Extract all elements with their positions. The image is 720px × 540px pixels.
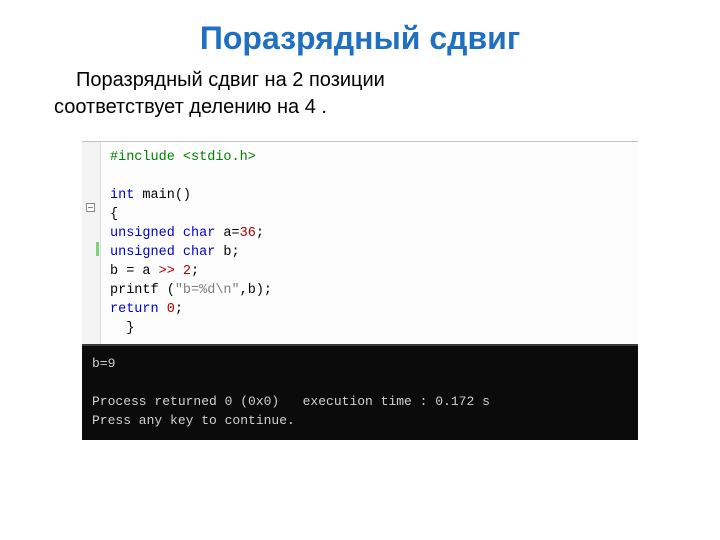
kw-char-1: char (183, 226, 215, 241)
lit-2: 2 (183, 264, 191, 279)
brace-close: } (126, 321, 134, 336)
lit-0: 0 (167, 302, 175, 317)
change-marker-icon (96, 242, 99, 256)
lit-36: 36 (240, 226, 256, 241)
desc-line2: соответствует делению на 4 . (54, 96, 327, 118)
console-line-1: b=9 (92, 356, 115, 371)
eq: = (232, 226, 240, 241)
slide: Поразрядный сдвиг Поразрядный сдвиг на 2… (0, 0, 720, 540)
code-editor: #include <stdio.h> int main() { unsigned… (82, 141, 638, 344)
code-block: #include <stdio.h> int main() { unsigned… (82, 142, 638, 344)
decl-b: b; (215, 245, 239, 260)
console-line-4: Press any key to continue. (92, 413, 295, 428)
kw-unsigned-1: unsigned (110, 226, 175, 241)
slide-title: Поразрядный сдвиг (0, 0, 720, 67)
printf-open: ( (159, 283, 175, 298)
console-output: b=9 Process returned 0 (0x0) execution t… (82, 344, 638, 440)
code-include: #include <stdio.h> (110, 150, 256, 165)
brace-open: { (110, 207, 118, 222)
kw-char-2: char (183, 245, 215, 260)
fold-icon (86, 203, 95, 212)
slide-description: Поразрядный сдвиг на 2 позиции соответст… (54, 67, 666, 121)
printf-name: printf (110, 283, 159, 298)
editor-gutter (82, 142, 101, 344)
semi-1: ; (256, 226, 264, 241)
semi-2: ; (191, 264, 199, 279)
shift-op: >> (159, 264, 175, 279)
semi-3: ; (175, 302, 183, 317)
decl-a-name: a (215, 226, 231, 241)
main-sig: main() (134, 188, 191, 203)
printf-rest: ,b); (240, 283, 272, 298)
console-line-3: Process returned 0 (0x0) execution time … (92, 394, 490, 409)
assign-lhs: b = a (110, 264, 159, 279)
kw-unsigned-2: unsigned (110, 245, 175, 260)
printf-str: "b=%d\n" (175, 283, 240, 298)
kw-return: return (110, 302, 159, 317)
desc-line1: Поразрядный сдвиг на 2 позиции (76, 69, 385, 91)
kw-int: int (110, 188, 134, 203)
